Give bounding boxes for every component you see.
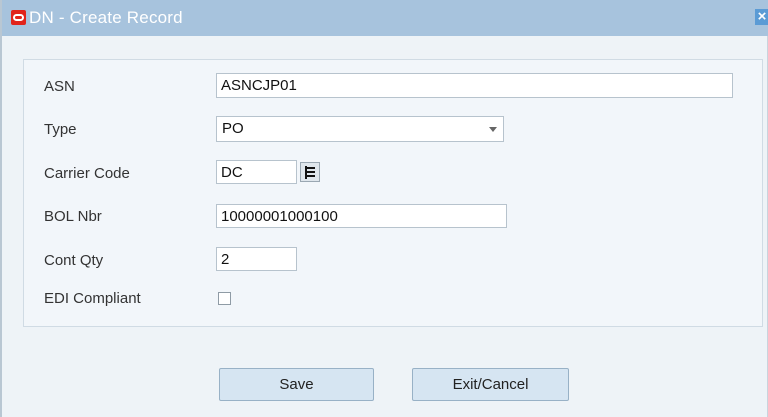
- list-of-values-icon[interactable]: [300, 162, 320, 182]
- edi-compliant-checkbox[interactable]: [218, 292, 231, 305]
- exit-cancel-button[interactable]: Exit/Cancel: [412, 368, 569, 401]
- dialog-titlebar: DN - Create Record ×: [2, 0, 768, 36]
- close-icon[interactable]: ×: [755, 9, 768, 25]
- oracle-logo-icon: [11, 10, 26, 25]
- edi-compliant-label: EDI Compliant: [44, 290, 141, 307]
- type-select-value: PO: [222, 120, 244, 137]
- create-record-dialog: DN - Create Record × ASN Type PO Carrier…: [0, 0, 768, 417]
- type-label: Type: [44, 121, 77, 138]
- chevron-down-icon[interactable]: [489, 127, 497, 132]
- carrier-code-input[interactable]: [216, 160, 297, 184]
- bol-nbr-input[interactable]: [216, 204, 507, 228]
- bol-nbr-label: BOL Nbr: [44, 208, 102, 225]
- save-button[interactable]: Save: [219, 368, 374, 401]
- type-select[interactable]: PO: [216, 116, 504, 142]
- form-panel: [23, 59, 763, 327]
- carrier-code-label: Carrier Code: [44, 165, 130, 182]
- cont-qty-input[interactable]: [216, 247, 297, 271]
- dialog-title: DN - Create Record: [29, 8, 183, 27]
- cont-qty-label: Cont Qty: [44, 252, 104, 269]
- asn-input[interactable]: [216, 73, 733, 98]
- asn-label: ASN: [44, 78, 75, 95]
